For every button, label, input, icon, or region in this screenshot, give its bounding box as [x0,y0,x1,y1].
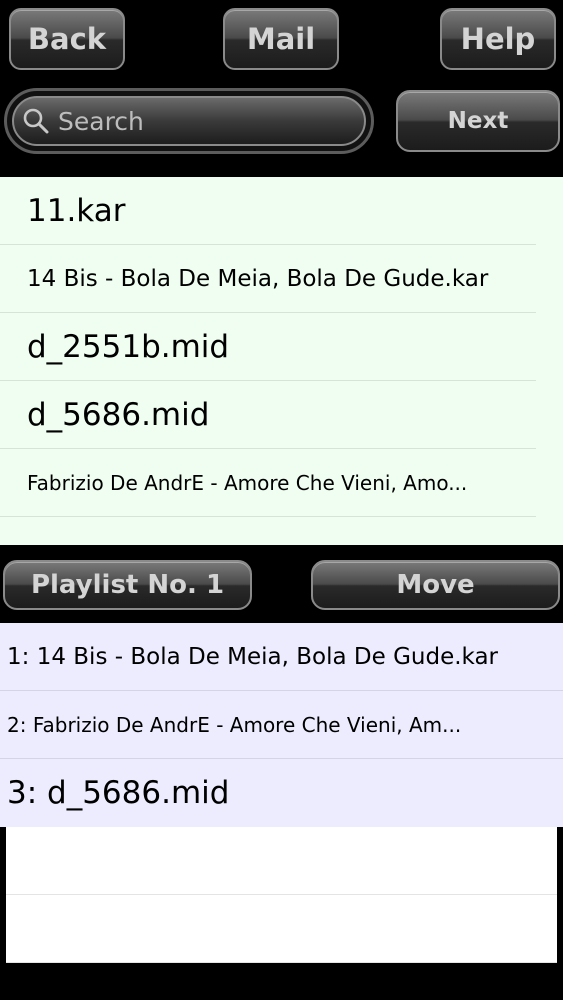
search-input[interactable] [56,105,360,137]
file-list-item[interactable]: Fabrizio De AndrE - Amore Che Vieni, Amo… [0,449,536,517]
playlist-list: 1: 14 Bis - Bola De Meia, Bola De Gude.k… [0,623,563,963]
help-button[interactable]: Help [440,8,556,70]
playlist-item[interactable]: 2: Fabrizio De AndrE - Amore Che Vieni, … [0,691,563,759]
file-list-item[interactable]: d_2551b.mid [0,313,536,381]
playlist-item[interactable]: 3: d_5686.mid [0,759,563,827]
mail-button[interactable]: Mail [223,8,339,70]
search-bar [4,88,374,154]
search-field[interactable] [12,96,366,146]
file-list-item[interactable]: 14 Bis - Bola De Meia, Bola De Gude.kar [0,245,536,313]
file-list: 11.kar 14 Bis - Bola De Meia, Bola De Gu… [0,177,563,545]
next-button[interactable]: Next [396,90,560,152]
back-button[interactable]: Back [9,8,125,70]
playlist-empty-row [6,895,557,963]
playlist-selector-button[interactable]: Playlist No. 1 [3,560,252,610]
bottom-edge [0,988,563,1000]
playlist-empty-row [6,827,557,895]
playlist-item[interactable]: 1: 14 Bis - Bola De Meia, Bola De Gude.k… [0,623,563,691]
search-icon [22,107,50,135]
move-button[interactable]: Move [311,560,560,610]
playlist-toolbar: Playlist No. 1 Move [0,545,563,623]
app-screen: Back Mail Help Next 11.kar 14 Bis - Bola… [0,0,563,1000]
file-list-item[interactable]: 11.kar [0,177,536,245]
file-list-item[interactable]: d_5686.mid [0,381,536,449]
